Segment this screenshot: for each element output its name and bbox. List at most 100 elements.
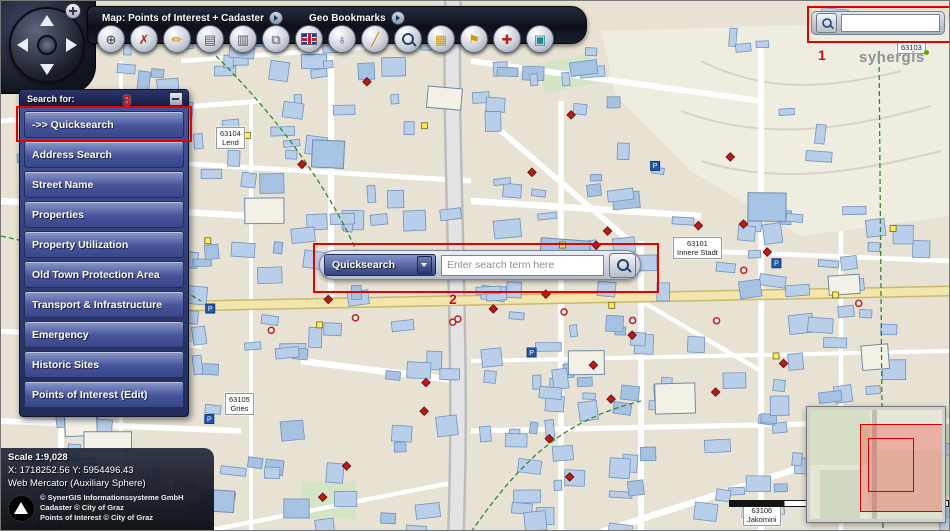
compass-center-icon[interactable] — [37, 35, 57, 55]
sidebar-item-historic-sites[interactable]: Historic Sites — [24, 351, 184, 378]
edit-tools-icon: ✗ — [138, 31, 150, 47]
geo-bookmarks-menu[interactable]: Geo Bookmarks — [309, 11, 405, 25]
toolbar-button-save[interactable]: ▣ — [526, 25, 554, 53]
district-name: Gries — [230, 404, 249, 413]
annotation-number-2: 2 — [449, 291, 457, 307]
quicksearch-dropdown-value: Quicksearch — [332, 259, 396, 271]
credits: © SynerGIS Informationssysteme GmbH Cada… — [8, 493, 208, 522]
sidebar-item-quicksearch[interactable]: ->> Quicksearch — [24, 111, 184, 138]
topright-search-bar — [811, 11, 945, 35]
toolbar-button-print-settings[interactable]: ▥ — [229, 25, 257, 53]
chevron-down-icon[interactable] — [417, 256, 432, 274]
synergis-logo: synergis — [859, 49, 929, 66]
overview-map[interactable] — [806, 406, 946, 523]
ruler-icon: ╱ — [371, 31, 379, 47]
sidebar-item-label: Historic Sites — [32, 358, 100, 371]
search-panel-items: ->> Quicksearch Address Search Street Na… — [20, 107, 188, 408]
district-name: Jakomini — [747, 515, 777, 524]
pan-south-arrow-icon[interactable] — [40, 64, 54, 75]
sidebar-item-label: Emergency — [32, 328, 89, 341]
search-panel: Search for: ->> Quicksearch Address Sear… — [19, 89, 189, 417]
topright-search-button[interactable] — [816, 13, 837, 33]
toolbar-button-measure[interactable]: ╱ — [361, 25, 389, 53]
sidebar-item-transport-infrastructure[interactable]: Transport & Infrastructure — [24, 291, 184, 318]
district-code: 63106 — [751, 506, 773, 515]
svg-text:P: P — [208, 306, 213, 313]
district-label-jakomini: 63106 Jakomini — [743, 504, 781, 526]
map-menu-label: Map: Points of Interest + Cadaster — [102, 12, 264, 24]
chart-icon: ▦ — [434, 31, 448, 47]
geo-bookmarks-label: Geo Bookmarks — [308, 12, 386, 24]
menu-row: Map: Points of Interest + Cadaster Geo B… — [88, 7, 586, 25]
chevron-right-icon[interactable] — [390, 11, 405, 25]
district-code: 63105 — [229, 395, 250, 404]
globe-icon: ♁ — [337, 31, 347, 47]
sidebar-item-label: Property Utilization — [32, 238, 129, 251]
svg-text:P: P — [529, 350, 534, 357]
sidebar-item-emergency[interactable]: Emergency — [24, 321, 184, 348]
save-icon: ▣ — [533, 31, 547, 47]
toolbar-button-add-info[interactable]: ✚ — [493, 25, 521, 53]
zoom-in-button[interactable] — [65, 3, 81, 19]
sidebar-item-label: Transport & Infrastructure — [32, 298, 163, 311]
district-label-lend: 63104 Lend — [216, 127, 245, 149]
sidebar-item-label: Points of Interest (Edit) — [32, 388, 148, 401]
search-panel-title: Search for: — [27, 94, 75, 104]
toolbar-button-sketch[interactable]: ✏ — [163, 25, 191, 53]
printer-icon: ▤ — [203, 31, 217, 47]
magnifier-icon — [402, 33, 414, 45]
svg-text:P: P — [653, 163, 658, 170]
toolbar-button-edit-tools[interactable]: ✗ — [130, 25, 158, 53]
projection-text: Web Mercator (Auxiliary Sphere) — [8, 477, 146, 489]
map-menu[interactable]: Map: Points of Interest + Cadaster — [102, 11, 283, 25]
district-name: Lend — [222, 138, 239, 147]
svg-text:P: P — [207, 416, 212, 423]
quicksearch-go-button[interactable] — [609, 252, 636, 278]
magnifier-icon — [821, 18, 832, 28]
toolbar-button-print[interactable]: ▤ — [196, 25, 224, 53]
toolbar: ⊕ ✗ ✏ ▤ ▥ ⧉ ♁ ╱ ▦ ⚑ ✚ ▣ — [97, 25, 554, 53]
panel-minimize-icon[interactable] — [169, 92, 183, 106]
quicksearch-bar: Quicksearch — [319, 250, 641, 280]
chevron-right-icon[interactable] — [268, 11, 283, 25]
district-label-gries: 63105 Gries — [225, 393, 254, 415]
overview-extent-inner-box — [868, 438, 914, 492]
coordinates-text: X: 1718252.56 Y: 5954496.43 — [8, 464, 134, 476]
overview-terrain — [820, 470, 860, 519]
sidebar-item-label: Old Town Protection Area — [32, 268, 160, 281]
sidebar-item-label: Address Search — [32, 148, 112, 161]
toolbar-button-bookmark-flag[interactable]: ⚑ — [460, 25, 488, 53]
logo-green-dot-icon — [924, 50, 929, 55]
quicksearch-dropdown[interactable]: Quicksearch — [324, 254, 436, 276]
svg-text:P: P — [774, 261, 779, 268]
sidebar-item-street-name[interactable]: Street Name — [24, 171, 184, 198]
credit-line: Cadaster © City of Graz — [40, 503, 124, 513]
app-root: PPPPPP 63104 Lend 63101 Innere Stadt 631… — [0, 0, 950, 531]
sidebar-item-address-search[interactable]: Address Search — [24, 141, 184, 168]
toolbar-button-chart[interactable]: ▦ — [427, 25, 455, 53]
district-name: Innere Stadt — [677, 248, 718, 257]
pan-east-arrow-icon[interactable] — [66, 38, 77, 52]
pencil-icon: ✏ — [171, 31, 183, 47]
synergis-emblem-icon — [8, 494, 35, 522]
pan-north-arrow-icon[interactable] — [40, 15, 54, 26]
sidebar-item-points-of-interest-edit[interactable]: Points of Interest (Edit) — [24, 381, 184, 408]
toolbar-button-language[interactable] — [295, 25, 323, 53]
district-code: 63101 — [687, 239, 708, 248]
logo-text: synergis — [859, 49, 925, 66]
pan-west-arrow-icon[interactable] — [17, 38, 28, 52]
sidebar-item-properties[interactable]: Properties — [24, 201, 184, 228]
district-label-innere-stadt: 63101 Innere Stadt — [673, 237, 722, 259]
search-panel-header[interactable]: Search for: — [20, 90, 188, 107]
sidebar-item-property-utilization[interactable]: Property Utilization — [24, 231, 184, 258]
sidebar-item-label: Street Name — [32, 178, 94, 191]
district-code: 63104 — [220, 129, 241, 138]
toolbar-button-copy[interactable]: ⧉ — [262, 25, 290, 53]
quicksearch-input[interactable] — [441, 254, 604, 276]
sidebar-item-old-town-protection-area[interactable]: Old Town Protection Area — [24, 261, 184, 288]
toolbar-button-identify[interactable]: ⊕ — [97, 25, 125, 53]
status-panel: Scale 1:9,028 X: 1718252.56 Y: 5954496.4… — [1, 448, 214, 530]
topright-search-input[interactable] — [841, 14, 940, 32]
toolbar-button-zoom[interactable] — [394, 25, 422, 53]
toolbar-button-globe[interactable]: ♁ — [328, 25, 356, 53]
